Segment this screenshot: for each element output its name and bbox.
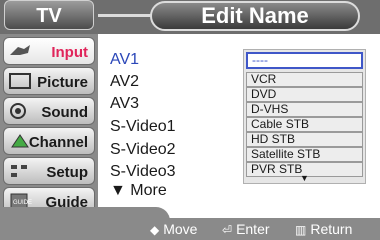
move-hint: ◆ Move — [150, 221, 197, 238]
dropdown-selected-value[interactable]: ---- — [246, 52, 363, 69]
sidebar-item-label: Channel — [28, 134, 88, 151]
tv-menu-screen: TV Edit Name Input Picture Sound Channel… — [0, 0, 380, 240]
list-item[interactable]: S-Video3 — [110, 162, 176, 182]
dropdown-option[interactable]: VCR — [246, 72, 363, 87]
move-label: Move — [163, 221, 198, 237]
dropdown-more-arrow-icon[interactable]: ▼ — [246, 171, 363, 185]
more-item[interactable]: ▼ More — [110, 181, 167, 201]
move-icon: ◆ — [150, 223, 160, 237]
sidebar-item-label: Sound — [41, 104, 88, 121]
list-item[interactable]: AV2 — [110, 72, 139, 92]
list-item[interactable]: AV3 — [110, 94, 139, 114]
dropdown-option[interactable]: Satellite STB — [246, 147, 363, 162]
enter-icon: ⏎ — [222, 223, 233, 237]
sidebar-item-sound[interactable]: Sound — [3, 97, 95, 125]
picture-icon — [9, 73, 31, 89]
list-item[interactable]: S-Video1 — [110, 117, 176, 137]
enter-hint: ⏎ Enter — [222, 221, 270, 238]
sidebar: Input Picture Sound Channel Setup GUIDE … — [0, 34, 98, 218]
dropdown-option[interactable]: D-VHS — [246, 102, 363, 117]
sidebar-item-setup[interactable]: Setup — [3, 157, 95, 185]
dropdown-option[interactable]: DVD — [246, 87, 363, 102]
return-label: Return — [310, 221, 353, 237]
sidebar-item-channel[interactable]: Channel — [3, 127, 95, 155]
sidebar-item-label: Setup — [46, 164, 88, 181]
dropdown-option[interactable]: HD STB — [246, 132, 363, 147]
input-source-list: AV1 AV2 AV3 S-Video1 S-Video2 S-Video3 ▼… — [98, 34, 238, 204]
return-hint: ▥ Return — [295, 221, 352, 238]
dropdown-option[interactable]: Cable STB — [246, 117, 363, 132]
sidebar-item-input[interactable]: Input — [3, 37, 95, 65]
page-title: Edit Name — [150, 1, 360, 31]
svg-text:GUIDE: GUIDE — [13, 200, 32, 206]
top-bar: TV Edit Name — [0, 0, 380, 34]
sidebar-item-label: Input — [51, 44, 88, 61]
input-icon — [10, 45, 30, 55]
list-item[interactable]: AV1 — [110, 50, 139, 70]
setup-icon — [11, 165, 27, 177]
device-name-dropdown[interactable]: ---- VCR DVD D-VHS Cable STB HD STB Sate… — [243, 49, 366, 184]
list-item[interactable]: S-Video2 — [110, 140, 176, 160]
tv-label: TV — [4, 0, 94, 30]
sound-icon — [10, 103, 26, 119]
enter-label: Enter — [236, 221, 270, 237]
sidebar-item-label: Picture — [37, 74, 88, 91]
sidebar-item-picture[interactable]: Picture — [3, 67, 95, 95]
return-icon: ▥ — [295, 223, 307, 237]
